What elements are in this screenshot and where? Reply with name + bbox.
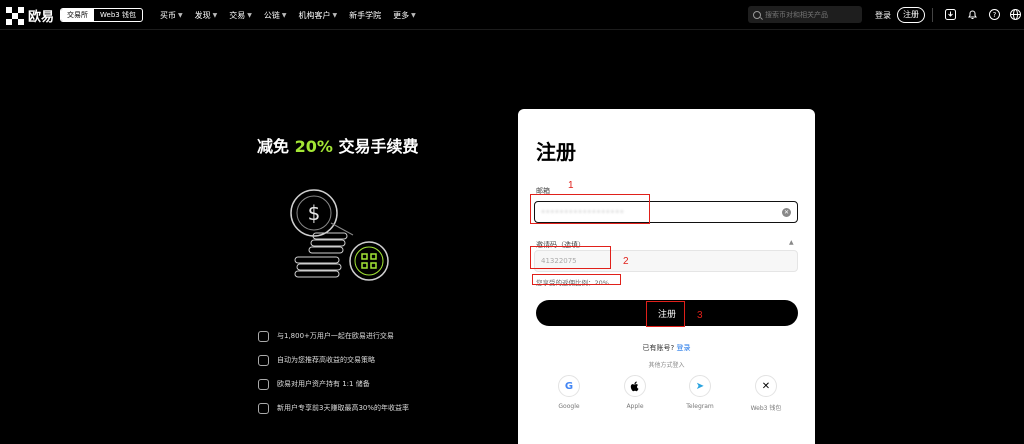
search-box[interactable] [748,6,862,23]
social-label: Apple [626,403,644,410]
nav-menu-label: 新手学院 [349,10,382,20]
chevron-down-icon: ▼ [247,11,252,19]
nav-menu-item[interactable]: 公链 ▼ [264,10,287,21]
nav-menu-label: 发现 [194,10,211,20]
form-title: 注册 [536,140,576,164]
benefit-item: 与1,800+万用户一起在欧易进行交易 [258,330,409,342]
social-login-apple[interactable]: Apple [615,375,655,410]
nav-menu-label: 交易 [229,10,246,20]
nav-menu-label: 机构客户 [298,10,331,20]
mode-switch: 交易所 Web3 钱包 [60,8,143,22]
register-button[interactable]: 注册 [897,7,925,23]
benefit-icon [258,402,269,414]
nav-divider [932,8,933,22]
help-icon[interactable]: ? [988,8,1000,20]
benefit-item: 欧易对用户资产持有 1:1 储备 [258,378,409,390]
benefit-icon [258,354,269,366]
nav-menu-item[interactable]: 交易 ▼ [229,10,252,21]
benefit-list: 与1,800+万用户一起在欧易进行交易 自动为您推荐高收益的交易策略 欧易对用户资产… [258,330,409,426]
benefit-text: 自动为您推荐高收益的交易策略 [277,356,375,364]
social-label: Web3 钱包 [750,405,782,412]
nav-menu-item[interactable]: 发现 ▼ [195,10,218,21]
benefit-text: 与1,800+万用户一起在欧易进行交易 [277,332,394,340]
google-icon: G [558,375,580,397]
other-login-label: 其他方式登入 [648,362,685,369]
mode-exchange-tab[interactable]: 交易所 [61,9,94,21]
nav-menu: 买币 ▼ 发现 ▼ 交易 ▼ 公链 ▼ 机构客户 ▼ 新手学院 更多 ▼ [160,0,416,30]
social-login-telegram[interactable]: ➤ Telegram [680,375,720,410]
telegram-icon: ➤ [689,375,711,397]
annotation-number-1: 1 [568,180,574,191]
login-link-form[interactable]: 登录 [676,344,690,352]
social-label: Telegram [686,403,714,410]
benefit-item: 新用户专享前3天赚取最高30%的年收益率 [258,402,409,414]
chevron-down-icon: ▼ [332,11,338,19]
nav-menu-item[interactable]: 新手学院 [349,10,381,21]
search-icon [753,10,761,19]
benefit-icon [258,378,269,390]
svg-text:?: ? [992,11,996,19]
logo-text: 欧易 [28,10,55,25]
benefit-item: 自动为您推荐高收益的交易策略 [258,354,409,366]
promo-title-highlight: 20% [294,137,333,156]
nav-menu-label: 买币 [160,10,176,20]
top-nav: 欧易 交易所 Web3 钱包 买币 ▼ 发现 ▼ 交易 ▼ 公链 ▼ 机构客户 ▼ 新手学院 更多 ▼ … [0,0,1024,30]
annotation-box-2 [530,246,611,269]
annotation-box-1 [530,194,650,224]
social-login-google[interactable]: G Google [549,375,589,410]
nav-menu-item[interactable]: 机构客户 ▼ [299,10,338,21]
mode-web3-tab[interactable]: Web3 钱包 [94,9,142,21]
search-input[interactable] [765,10,861,19]
coin-illustration-icon: $ [290,189,389,281]
social-label: Google [558,403,580,410]
chevron-down-icon: ▼ [411,11,416,19]
nav-menu-label: 更多 [393,10,410,20]
clear-icon[interactable]: ✕ [782,208,791,217]
chevron-down-icon: ▼ [178,11,183,19]
annotation-box-3 [646,301,685,327]
apple-icon [624,375,646,397]
annotation-number-2: 2 [623,256,629,267]
download-icon[interactable] [944,8,956,20]
annotation-box-hint [532,274,621,285]
promo-title: 减免 20% 交易手续费 [257,133,418,157]
promo-title-suffix: 交易手续费 [332,137,419,156]
bell-icon[interactable] [966,8,978,20]
has-account-text: 已有账号? 登录 [518,343,815,353]
benefit-text: 欧易对用户资产持有 1:1 储备 [277,380,370,388]
chevron-up-icon[interactable]: ▲ [789,239,794,246]
promo-title-prefix: 减免 [257,137,295,156]
has-account-label: 已有账号? [642,344,675,352]
okx-logo-icon [6,6,24,25]
social-login-web3-钱包[interactable]: ✕ Web3 钱包 [746,375,786,412]
benefit-text: 新用户专享前3天赚取最高30%的年收益率 [277,404,410,412]
nav-menu-item[interactable]: 买币 ▼ [160,10,183,21]
globe-icon[interactable] [1009,8,1021,20]
chevron-down-icon: ▼ [212,11,218,19]
benefit-icon [258,330,269,342]
svg-text:$: $ [308,201,321,225]
web3-wallet-icon: ✕ [755,375,777,397]
logo[interactable]: 欧易 [6,6,54,25]
nav-menu-item[interactable]: 更多 ▼ [393,10,416,21]
annotation-number-3: 3 [697,310,703,321]
login-link[interactable]: 登录 [875,10,891,21]
chevron-down-icon: ▼ [281,11,287,19]
nav-menu-label: 公链 [263,10,280,20]
